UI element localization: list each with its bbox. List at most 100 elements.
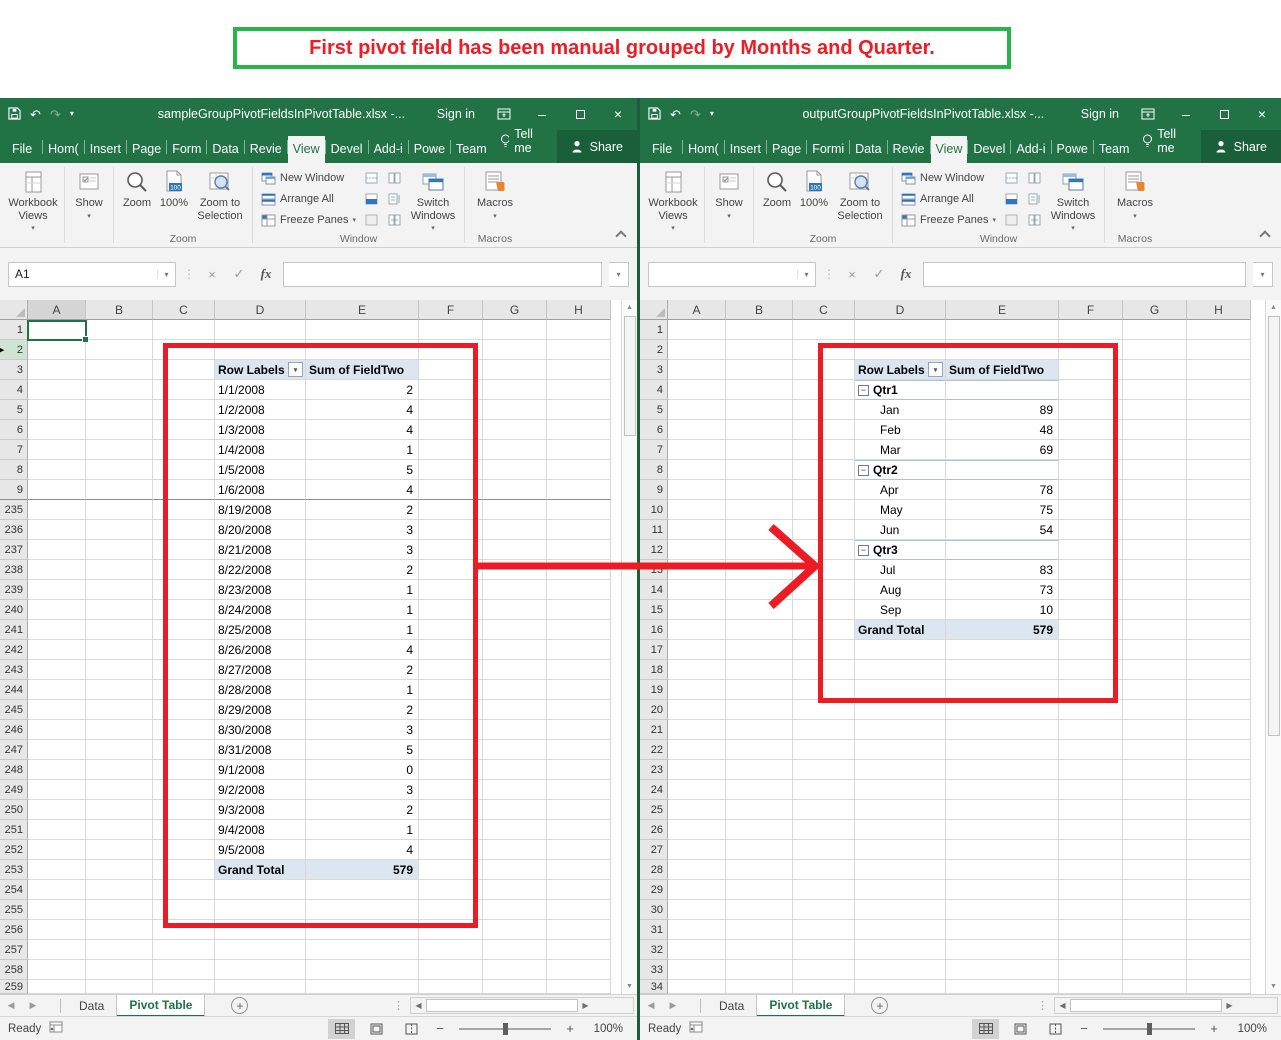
cell[interactable] [483, 380, 547, 400]
cell[interactable] [793, 400, 855, 420]
row-header-25[interactable]: 25 [640, 800, 668, 820]
cell[interactable] [668, 740, 726, 760]
zoom-to-selection-button[interactable]: Zoom to Selection [832, 165, 888, 233]
cell[interactable] [547, 980, 611, 994]
name-box-dropdown-icon[interactable]: ▾ [157, 270, 175, 279]
cell[interactable] [1123, 680, 1187, 700]
cell[interactable] [28, 600, 86, 620]
cell[interactable] [306, 940, 419, 960]
ribbon-tab-team[interactable]: Team [1094, 136, 1135, 163]
workbook-views-button[interactable]: Workbook Views ▾ [646, 165, 700, 233]
ribbon-tab-powe[interactable]: Powe [1052, 136, 1093, 163]
cell[interactable] [483, 460, 547, 480]
cell[interactable] [793, 520, 855, 540]
pivot-row-value-cell[interactable]: 4 [306, 480, 419, 500]
cell[interactable] [419, 640, 483, 660]
cell[interactable] [726, 500, 793, 520]
show-button[interactable]: Show ▾ [69, 165, 109, 233]
row-header-241[interactable]: 241 [0, 620, 28, 640]
cell[interactable] [86, 860, 153, 880]
cell[interactable] [793, 620, 855, 640]
cell[interactable] [1059, 660, 1123, 680]
cell[interactable] [483, 920, 547, 940]
new-sheet-button[interactable]: + [871, 997, 888, 1014]
cell[interactable] [668, 820, 726, 840]
save-icon[interactable] [8, 107, 21, 122]
cell[interactable] [1123, 740, 1187, 760]
row-header-244[interactable]: 244 [0, 680, 28, 700]
cell[interactable] [86, 740, 153, 760]
cell[interactable] [793, 600, 855, 620]
ribbon-tab-formi[interactable]: Formi [807, 136, 849, 163]
cell[interactable] [86, 880, 153, 900]
column-header-h[interactable]: H [547, 300, 611, 320]
enter-icon[interactable]: ✓ [229, 266, 249, 282]
cell[interactable] [726, 840, 793, 860]
cell[interactable] [86, 760, 153, 780]
cell[interactable] [86, 560, 153, 580]
row-header-2[interactable]: 2▶ [0, 340, 28, 360]
cell[interactable] [855, 720, 946, 740]
cell[interactable] [28, 660, 86, 680]
cell[interactable] [86, 800, 153, 820]
cell[interactable] [855, 820, 946, 840]
pivot-row-value-cell[interactable]: 78 [946, 480, 1059, 500]
row-header-245[interactable]: 245 [0, 700, 28, 720]
row-header-1[interactable]: 1 [0, 320, 28, 340]
freeze-panes-button[interactable]: Freeze Panes▾ [261, 212, 356, 228]
collapse-ribbon-icon[interactable] [615, 230, 626, 241]
cell[interactable] [668, 440, 726, 460]
cell[interactable] [1187, 920, 1251, 940]
row-header-259[interactable]: 259 [0, 980, 28, 994]
cell[interactable] [28, 480, 86, 500]
cell[interactable] [483, 800, 547, 820]
cell[interactable] [306, 920, 419, 940]
pivot-row-value-cell[interactable]: 2 [306, 800, 419, 820]
cell[interactable] [1059, 920, 1123, 940]
pivot-row-value-cell[interactable]: 3 [306, 520, 419, 540]
unhide-icon[interactable] [1003, 213, 1020, 227]
cell[interactable] [855, 700, 946, 720]
cell[interactable] [668, 600, 726, 620]
cell[interactable] [1059, 560, 1123, 580]
cell[interactable] [1123, 540, 1187, 560]
cell[interactable] [1059, 860, 1123, 880]
cell[interactable] [86, 380, 153, 400]
pivot-row-value-cell[interactable]: 1 [306, 580, 419, 600]
sign-in[interactable]: Sign in [437, 107, 475, 121]
cell[interactable] [1123, 440, 1187, 460]
insert-function-icon[interactable]: fx [256, 266, 276, 282]
cell[interactable] [1123, 700, 1187, 720]
cell[interactable] [419, 760, 483, 780]
cell[interactable] [153, 820, 215, 840]
cell[interactable] [483, 400, 547, 420]
cell[interactable] [419, 600, 483, 620]
pivot-row-value-cell[interactable]: 69 [946, 440, 1059, 460]
cell[interactable] [153, 460, 215, 480]
pivot-row-value-cell[interactable]: 4 [306, 400, 419, 420]
ribbon-tab-insert[interactable]: Insert [85, 136, 126, 163]
cell[interactable] [946, 720, 1059, 740]
scroll-left-icon[interactable]: ◀ [1055, 1001, 1070, 1010]
pivot-header-cell[interactable]: Sum of FieldTwo [946, 360, 1059, 380]
cell[interactable] [419, 880, 483, 900]
scroll-right-icon[interactable]: ▶ [578, 1001, 593, 1010]
cell[interactable] [483, 320, 547, 340]
cell[interactable] [726, 900, 793, 920]
cell[interactable] [547, 860, 611, 880]
cell[interactable] [1123, 660, 1187, 680]
pivot-row-value-cell[interactable]: 54 [946, 520, 1059, 540]
row-header-15[interactable]: 15 [640, 600, 668, 620]
pivot-row-label-cell[interactable]: 9/5/2008 [215, 840, 306, 860]
zoom-in-icon[interactable]: + [1207, 1021, 1221, 1036]
cell[interactable] [1059, 440, 1123, 460]
cell[interactable] [1059, 620, 1123, 640]
undo-icon[interactable]: ↶ [670, 108, 681, 121]
pivot-row-value-cell[interactable]: 10 [946, 600, 1059, 620]
pivot-row-label-cell[interactable]: 1/3/2008 [215, 420, 306, 440]
scroll-right-icon[interactable]: ▶ [1222, 1001, 1237, 1010]
cell[interactable] [793, 680, 855, 700]
scroll-up-icon[interactable]: ▲ [626, 300, 633, 315]
pivot-group-value-cell[interactable] [946, 540, 1059, 560]
cell[interactable] [1059, 320, 1123, 340]
